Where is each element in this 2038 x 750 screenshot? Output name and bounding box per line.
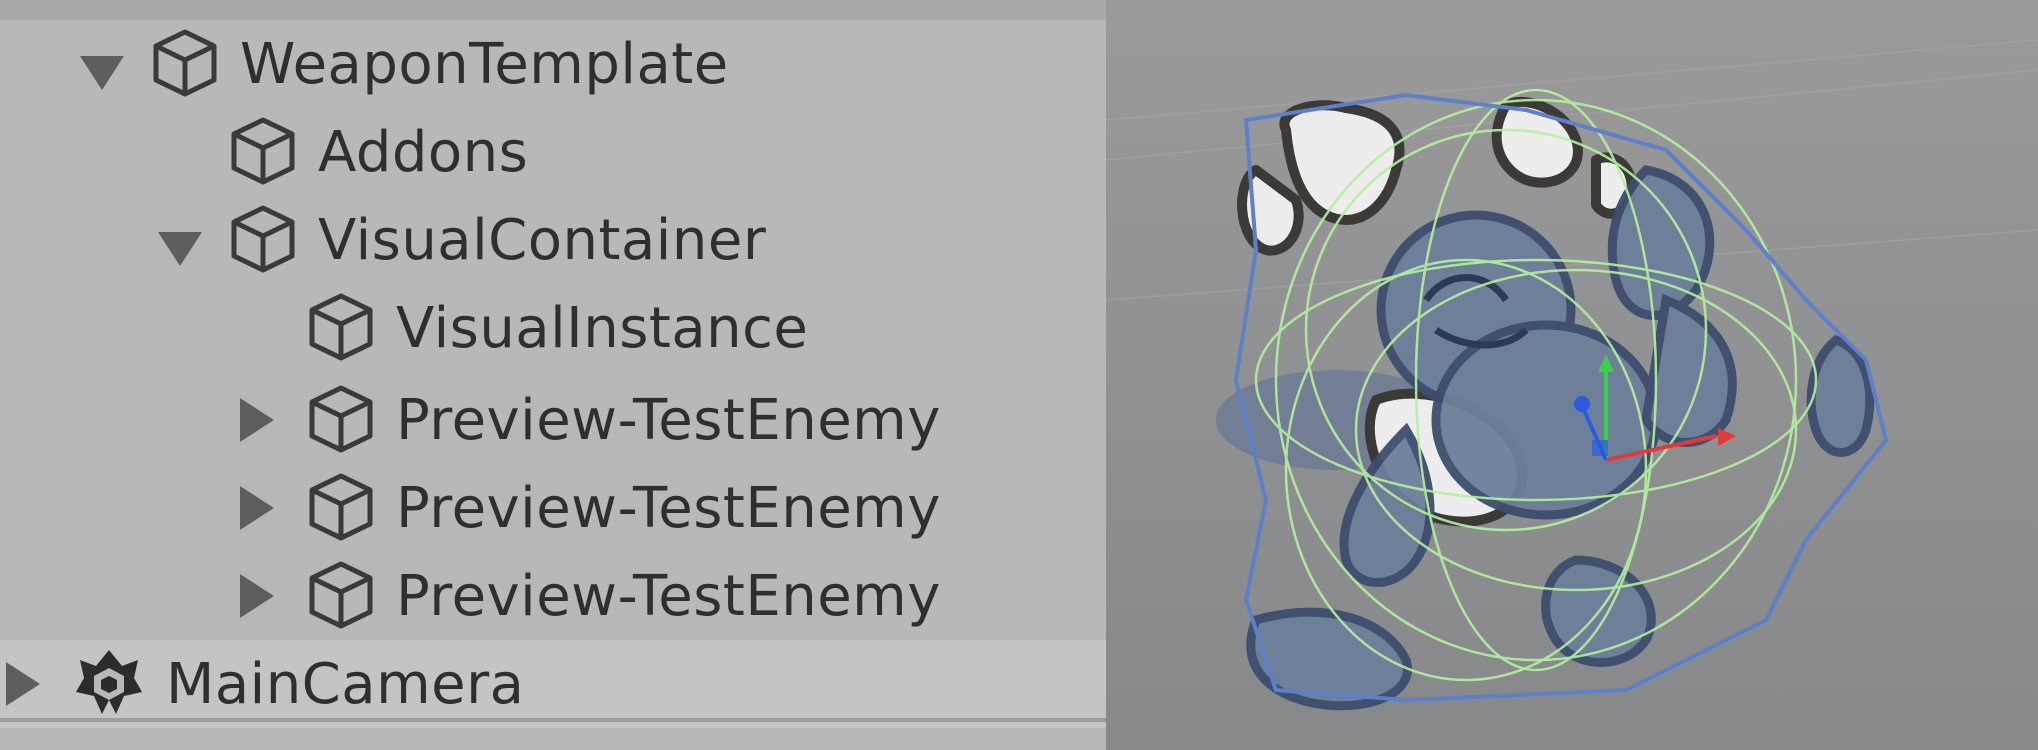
scene-canvas[interactable] bbox=[1106, 0, 2038, 750]
scene-view[interactable] bbox=[1106, 0, 2038, 750]
hierarchy-item-preview-testenemy[interactable]: Preview-TestEnemy bbox=[0, 464, 1106, 552]
cube-icon bbox=[309, 385, 373, 453]
hierarchy-item-label: VisualInstance bbox=[396, 295, 809, 361]
expand-arrow-right-icon[interactable] bbox=[240, 574, 274, 618]
hierarchy-item-label: Preview-TestEnemy bbox=[396, 563, 941, 629]
expand-arrow-down-icon[interactable] bbox=[80, 56, 124, 90]
hierarchy-item-label: WeaponTemplate bbox=[240, 31, 729, 97]
hierarchy-item-preview-testenemy[interactable]: Preview-TestEnemy bbox=[0, 552, 1106, 640]
hierarchy-item-visualcontainer[interactable]: VisualContainer bbox=[0, 196, 1106, 284]
hierarchy-item-preview-testenemy[interactable]: Preview-TestEnemy bbox=[0, 376, 1106, 464]
hierarchy-item-weapontemplate[interactable]: WeaponTemplate bbox=[0, 20, 1106, 108]
cube-icon bbox=[309, 473, 373, 541]
cube-icon bbox=[231, 205, 295, 273]
hierarchy-item-addons[interactable]: Addons bbox=[0, 108, 1106, 196]
expand-arrow-right-icon[interactable] bbox=[6, 662, 40, 706]
hierarchy-item-label: Preview-TestEnemy bbox=[396, 475, 941, 541]
hierarchy-item-label: VisualContainer bbox=[318, 207, 767, 273]
hierarchy-item-label: Preview-TestEnemy bbox=[396, 387, 941, 453]
expand-arrow-right-icon[interactable] bbox=[240, 486, 274, 530]
hierarchy-panel: WeaponTemplate Addons VisualContainer Vi… bbox=[0, 0, 1106, 750]
hierarchy-item-maincamera[interactable]: MainCamera bbox=[0, 640, 1106, 728]
cube-icon bbox=[153, 29, 217, 97]
hierarchy-item-label: MainCamera bbox=[166, 651, 525, 717]
cube-icon bbox=[231, 117, 295, 185]
hierarchy-top-row-partial bbox=[0, 0, 1106, 20]
hierarchy-item-visualinstance[interactable]: VisualInstance bbox=[0, 284, 1106, 372]
cube-icon bbox=[309, 561, 373, 629]
expand-arrow-right-icon[interactable] bbox=[240, 398, 274, 442]
expand-arrow-down-icon[interactable] bbox=[158, 232, 202, 266]
cube-icon bbox=[309, 293, 373, 361]
divider bbox=[0, 718, 1106, 722]
unity-camera-icon bbox=[76, 650, 142, 714]
hierarchy-item-label: Addons bbox=[318, 119, 529, 185]
